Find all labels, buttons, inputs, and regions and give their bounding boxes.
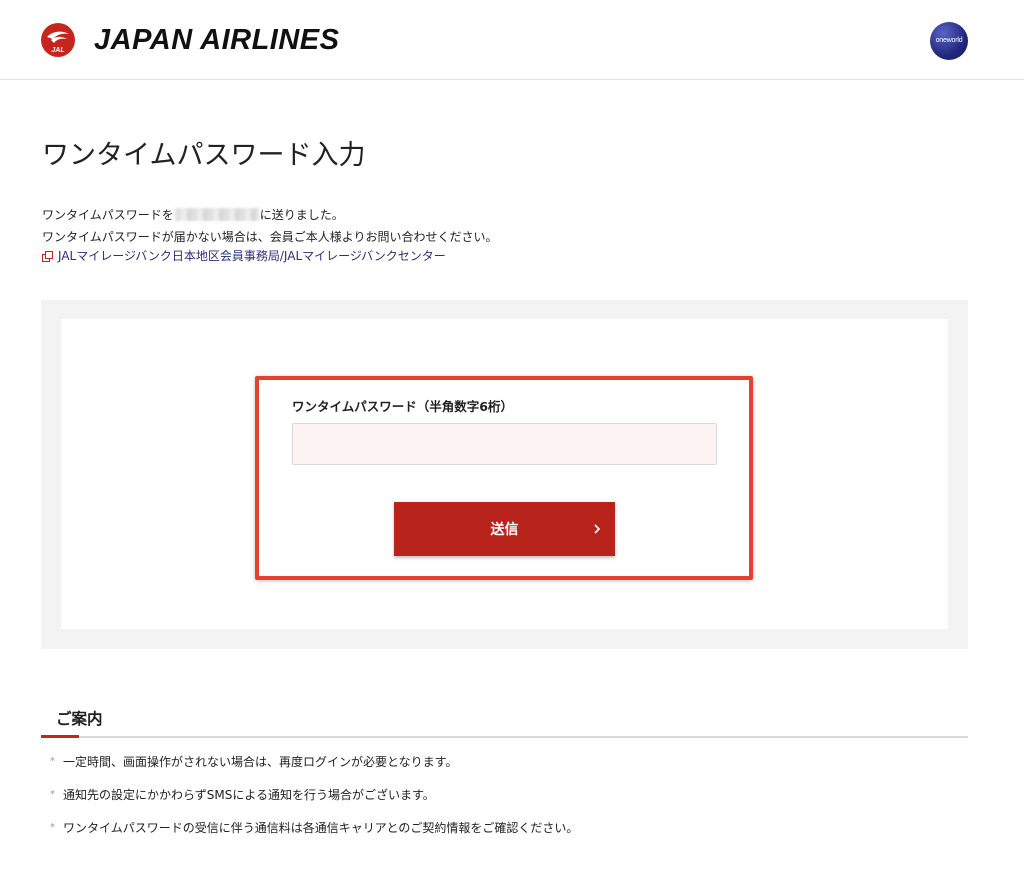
description-line-2: ワンタイムパスワードが届かない場合は、会員ご本人様よりお問い合わせください。 bbox=[42, 230, 498, 244]
guide-item-text: 通知先の設定にかかわらずSMSによる通知を行う場合がございます。 bbox=[63, 788, 435, 802]
description-prefix: ワンタイムパスワードを bbox=[42, 208, 174, 222]
help-center-link[interactable]: JALマイレージバンク日本地区会員事務局/JALマイレージバンクセンター bbox=[42, 248, 446, 264]
submit-button-label: 送信 bbox=[490, 522, 519, 538]
chevron-right-icon bbox=[594, 524, 601, 534]
page-title: ワンタイムパスワード入力 bbox=[42, 140, 366, 171]
submit-button[interactable]: 送信 bbox=[394, 502, 615, 556]
description-suffix: に送りました。 bbox=[259, 208, 344, 222]
guide-divider bbox=[41, 736, 968, 738]
guide-title: ご案内 bbox=[56, 710, 103, 728]
otp-input[interactable] bbox=[292, 423, 717, 465]
description-line-1: ワンタイムパスワードを に送りました。 bbox=[42, 204, 498, 226]
brand-name[interactable]: JAPAN AIRLINES bbox=[94, 22, 339, 58]
bullet-icon: * bbox=[50, 789, 55, 800]
bullet-icon: * bbox=[50, 822, 55, 833]
guide-item: * 通知先の設定にかかわらずSMSによる通知を行う場合がございます。 bbox=[50, 787, 578, 820]
jal-crane-logo-icon[interactable]: JAL bbox=[40, 22, 76, 58]
oneworld-badge-icon: oneworld bbox=[930, 22, 968, 60]
bullet-icon: * bbox=[50, 756, 55, 767]
guide-item-text: 一定時間、画面操作がされない場合は、再度ログインが必要となります。 bbox=[63, 755, 458, 769]
redacted-phone-number bbox=[174, 208, 259, 221]
site-header: JAL JAPAN AIRLINES oneworld bbox=[0, 0, 1024, 80]
guide-list: * 一定時間、画面操作がされない場合は、再度ログインが必要となります。 * 通知先の… bbox=[50, 754, 578, 853]
logo-text: JAL bbox=[51, 47, 64, 54]
help-center-link-label: JALマイレージバンク日本地区会員事務局/JALマイレージバンクセンター bbox=[58, 249, 446, 263]
guide-divider-accent bbox=[41, 735, 79, 738]
otp-label: ワンタイムパスワード（半角数字6桁） bbox=[292, 399, 513, 414]
external-link-icon bbox=[42, 250, 53, 262]
guide-item-text: ワンタイムパスワードの受信に伴う通信料は各通信キャリアとのご契約情報をご確認くだ… bbox=[63, 821, 579, 835]
guide-item: * ワンタイムパスワードの受信に伴う通信料は各通信キャリアとのご契約情報をご確認く… bbox=[50, 820, 578, 853]
guide-item: * 一定時間、画面操作がされない場合は、再度ログインが必要となります。 bbox=[50, 754, 578, 787]
description: ワンタイムパスワードを に送りました。 ワンタイムパスワードが届かない場合は、会員… bbox=[42, 204, 498, 248]
